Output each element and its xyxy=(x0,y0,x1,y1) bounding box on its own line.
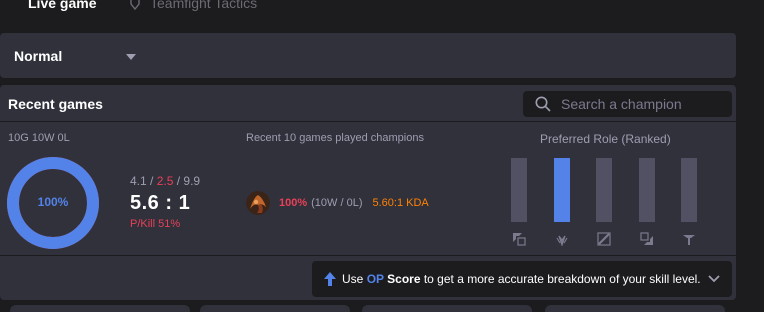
role-bar-fill xyxy=(554,158,570,222)
kda-kills: 4.1 xyxy=(130,174,147,188)
op-score-text: Use OP Score to get a more accurate brea… xyxy=(342,272,701,286)
champion-search[interactable] xyxy=(523,91,732,117)
preferred-role-title: Preferred Role (Ranked) xyxy=(540,132,671,146)
recent-games-title: Recent games xyxy=(8,96,103,112)
banner-op: OP xyxy=(366,272,384,286)
tab-tft-label: Teamfight Tactics xyxy=(150,0,258,11)
mid-lane-icon xyxy=(597,232,611,246)
tab-live-game[interactable]: Live game xyxy=(28,0,96,11)
champion-record: (10W / 0L) xyxy=(311,197,363,209)
bottom-pill xyxy=(200,305,350,312)
recent-games-panel: Recent games 10G 10W 0L 100% 4.1 / 2.5 /… xyxy=(0,85,736,300)
support-icon xyxy=(683,235,695,245)
champion-kda: 5.60:1 KDA xyxy=(372,197,429,209)
bottom-pill xyxy=(362,305,532,312)
bottom-lane-icon xyxy=(640,232,653,245)
op-score-banner[interactable]: Use OP Score to get a more accurate brea… xyxy=(312,261,732,297)
recent-games-header: Recent games xyxy=(0,85,736,122)
chevron-down-icon[interactable] xyxy=(708,274,720,284)
kda-assists: 9.9 xyxy=(183,174,201,188)
champion-avatar xyxy=(246,191,270,215)
kda-deaths: 2.5 xyxy=(156,174,174,188)
games-record: 10G 10W 0L xyxy=(8,132,70,144)
top-lane-icon xyxy=(513,233,526,246)
banner-suffix: to get a more accurate breakdown of your… xyxy=(420,272,701,286)
recent-champions-title: Recent 10 games played champions xyxy=(246,132,424,144)
arrow-up-icon xyxy=(324,272,336,286)
kda-sep-1: / xyxy=(146,174,157,188)
queue-selected-value: Normal xyxy=(14,48,63,64)
winrate-percent: 100% xyxy=(37,195,69,209)
bottom-pill xyxy=(545,305,725,312)
chevron-down-icon xyxy=(126,54,136,60)
champion-winrate: 100% xyxy=(279,197,308,209)
jungle-icon xyxy=(556,235,568,246)
champion-row[interactable]: 100% (10W / 0L) 5.60:1 KDA xyxy=(246,191,429,215)
role-bar xyxy=(639,158,655,222)
bottom-pill xyxy=(10,305,190,312)
queue-select[interactable]: Normal xyxy=(0,33,736,78)
banner-prefix: Use xyxy=(342,272,367,286)
tft-icon xyxy=(130,0,140,10)
banner-score: Score xyxy=(383,272,421,286)
search-input[interactable] xyxy=(561,91,726,117)
role-bar xyxy=(554,158,570,222)
divider xyxy=(0,255,736,256)
kda-ratio: 5.6 : 1 xyxy=(130,192,191,214)
role-bar xyxy=(596,158,612,222)
search-icon xyxy=(535,96,551,112)
bottom-strip xyxy=(0,305,764,312)
kda-average: 4.1 / 2.5 / 9.9 xyxy=(130,174,200,188)
top-tabs: Live game Teamfight Tactics xyxy=(0,0,764,26)
role-bar xyxy=(511,158,527,222)
role-bar xyxy=(681,158,697,222)
kda-sep-2: / xyxy=(173,174,184,188)
tab-teamfight-tactics[interactable]: Teamfight Tactics xyxy=(128,0,257,11)
kill-participation: P/Kill 51% xyxy=(130,218,181,230)
